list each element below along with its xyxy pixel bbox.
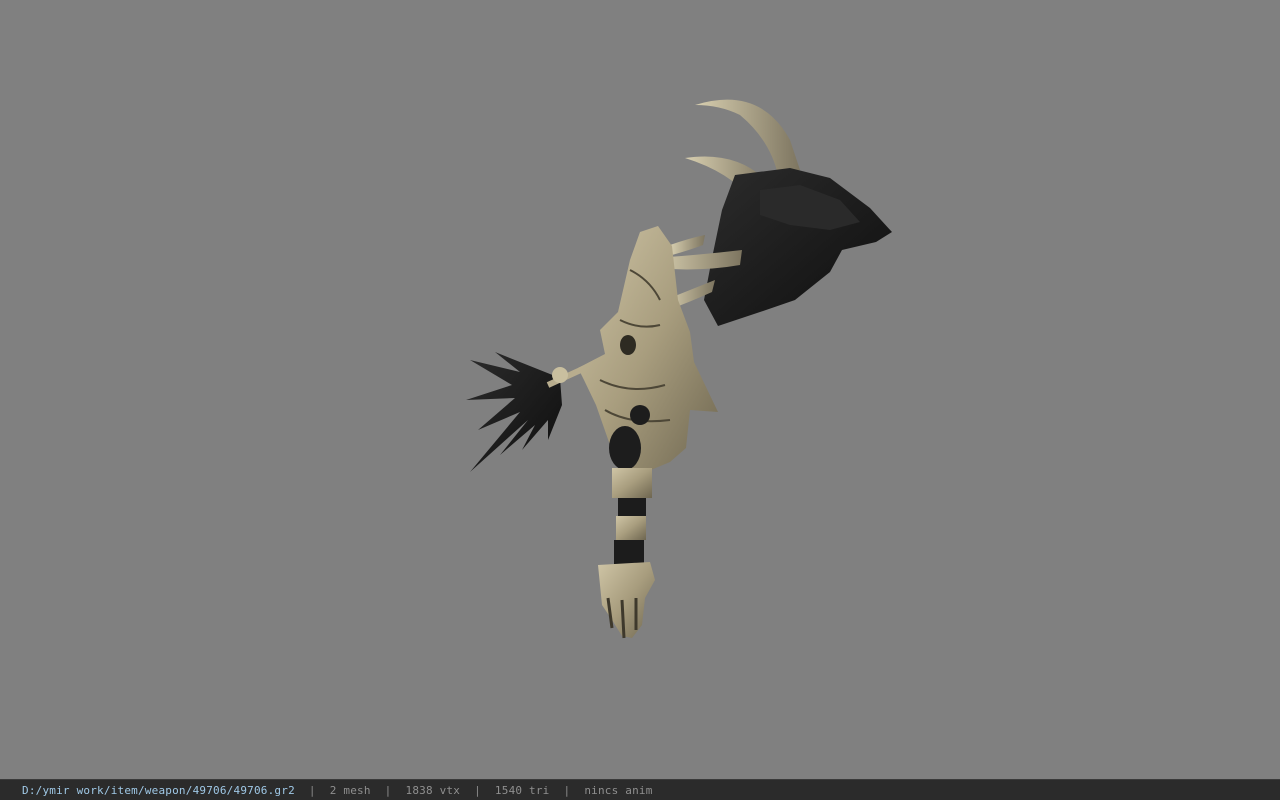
feather-tuft: [466, 352, 562, 472]
handle-segment-2: [616, 516, 646, 540]
vertex-count: 1838 vtx: [405, 783, 461, 797]
handle-band-2: [614, 540, 644, 564]
claw-pommel: [598, 562, 655, 638]
separator: |: [384, 783, 392, 797]
separator: |: [308, 783, 316, 797]
animation-status: nincs anim: [584, 783, 653, 797]
3d-viewport[interactable]: [0, 0, 1280, 779]
weapon-model-icon[interactable]: [0, 0, 1280, 779]
separator: |: [474, 783, 481, 797]
handle-segment-1: [612, 468, 652, 498]
triangle-count: 1540 tri: [494, 783, 550, 797]
status-bar: D:/ymir work/item/weapon/49706/49706.gr2…: [0, 779, 1280, 800]
separator: |: [563, 783, 571, 797]
mesh-count: 2 mesh: [329, 783, 371, 797]
handle-band-1: [618, 498, 646, 516]
file-path: D:/ymir work/item/weapon/49706/49706.gr2: [22, 783, 295, 797]
